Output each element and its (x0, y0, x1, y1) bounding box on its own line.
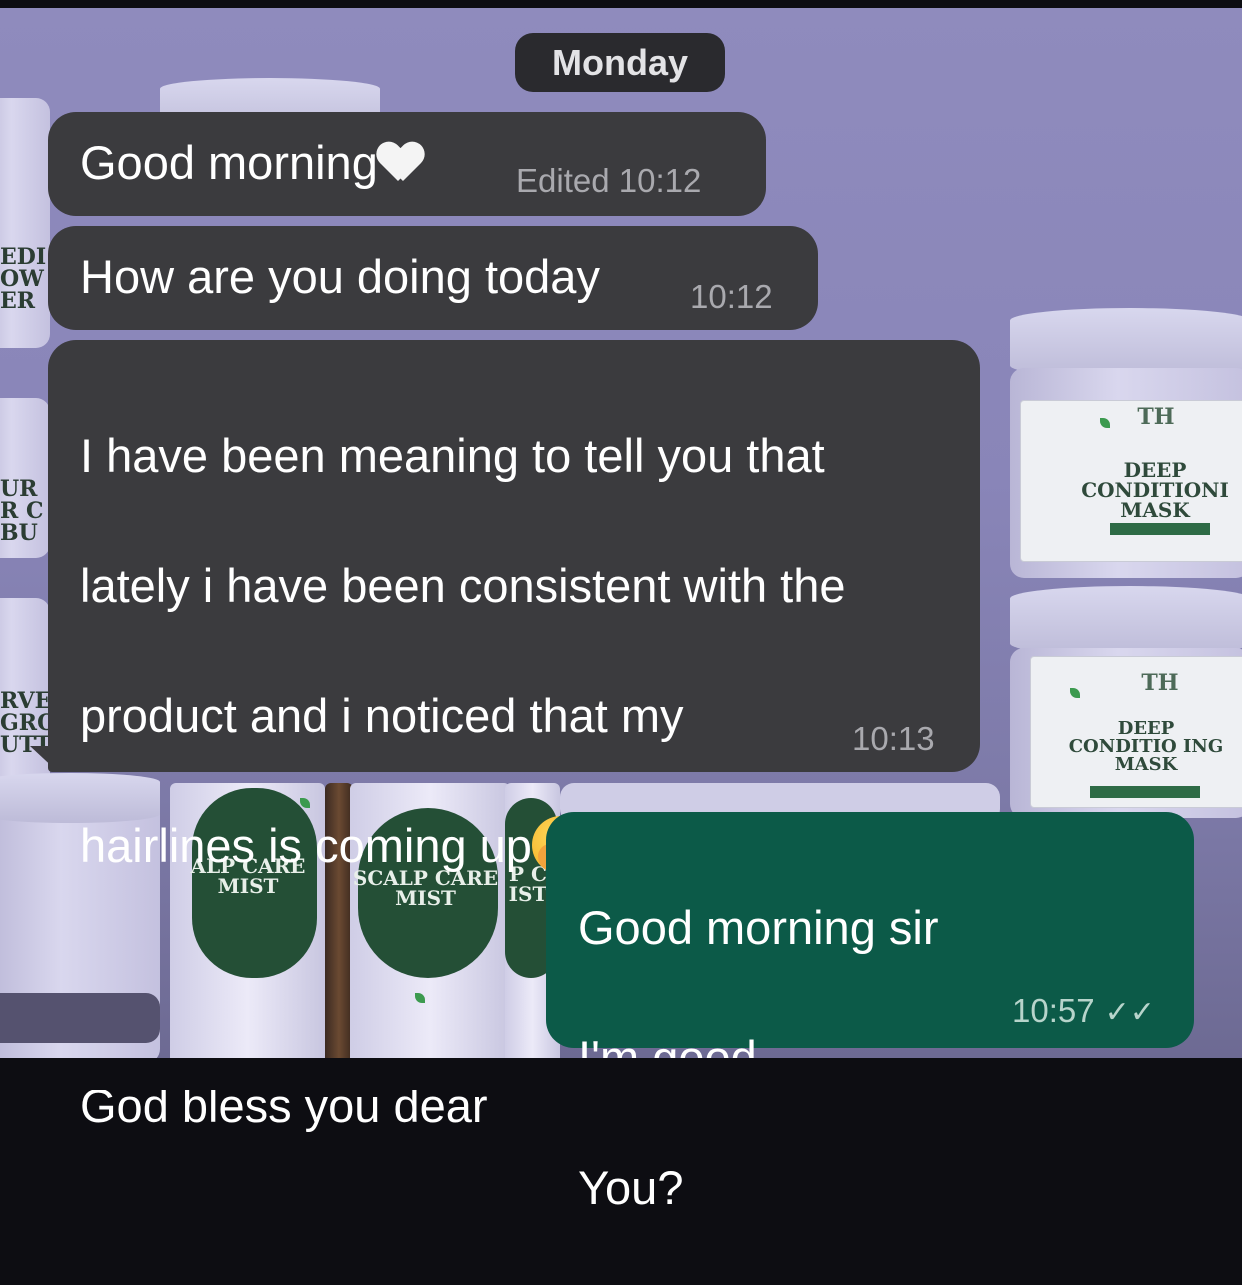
jar-label-2-strip (1090, 786, 1200, 798)
message-line: You? (578, 1161, 684, 1214)
message-time: 10:12 (618, 162, 702, 199)
message-bubble-incoming[interactable]: How are you doing today 10:12 (48, 226, 818, 330)
jar-label-2-text: DEEP CONDITIO ING MASK (1068, 718, 1224, 775)
jar-label-1-strip (1110, 523, 1210, 535)
message-text: Good morning (80, 130, 424, 195)
bottom-bar (0, 1058, 1242, 1090)
message-bubble-incoming[interactable]: Good morning Edited 10:12 (48, 112, 766, 216)
jar-label-1-text: DEEP CONDITIONI MASK (1081, 458, 1229, 522)
message-bubble-outgoing[interactable]: Good morning sir I'm good You? 10:57✓✓ (546, 812, 1194, 1214)
message-text: How are you doing today (80, 250, 600, 303)
white-heart-emoji (378, 141, 424, 183)
message-line: product and i noticed that my (80, 689, 684, 742)
message-time: 10:13 (852, 720, 935, 757)
message-time: 10:57 (1012, 992, 1095, 1029)
message-line: lately i have been consistent with the (80, 559, 846, 612)
day-separator: Monday (515, 33, 725, 92)
message-line: Good morning sir (578, 901, 939, 954)
message-line: I have been meaning to tell you that (80, 429, 825, 482)
read-receipt-icon: ✓✓ (1104, 996, 1155, 1029)
logo-mark-1: TH (1137, 404, 1175, 430)
right-jar-lid-2 (1010, 586, 1242, 656)
edge-label-2: UR R C BU (0, 476, 44, 546)
message-bubble-incoming[interactable]: I have been meaning to tell you that lat… (48, 340, 980, 1132)
bubble-tail (30, 746, 58, 772)
edge-label-1: EDI OW ER (0, 244, 47, 314)
logo-mark-2: TH (1141, 670, 1179, 696)
edited-label: Edited (516, 162, 610, 199)
message-time: 10:12 (690, 278, 773, 315)
message-meta: 10:57 ✓✓ (1012, 992, 1155, 1030)
message-meta: Edited 10:12 (516, 162, 701, 200)
